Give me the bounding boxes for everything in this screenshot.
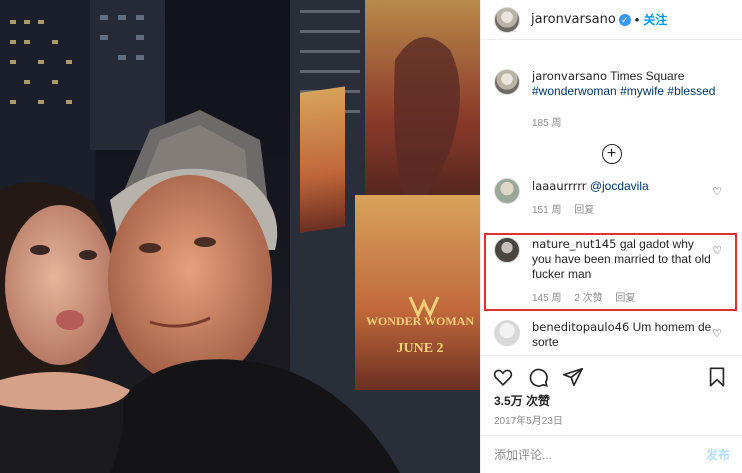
load-more: + bbox=[481, 144, 742, 164]
reply-button[interactable]: 回复 bbox=[574, 205, 594, 216]
instagram-post-modal: WONDER WOMAN JUNE 2 jaronvarsano ✓ • 关注 … bbox=[0, 0, 742, 473]
add-comment-bar: 发布 bbox=[481, 435, 742, 473]
post-date: 2017年5月23日 bbox=[494, 416, 563, 427]
follow-button[interactable]: 关注 bbox=[643, 11, 667, 28]
plus-circle-icon[interactable]: + bbox=[601, 144, 622, 164]
comment-username[interactable]: laaaurrrrr bbox=[532, 179, 586, 193]
comment-item: beneditopaulo46 Um homem de sorte ♡ bbox=[481, 320, 742, 350]
comment-avatar[interactable] bbox=[494, 178, 520, 204]
like-heart-icon[interactable] bbox=[492, 366, 514, 388]
share-send-icon[interactable] bbox=[562, 366, 584, 388]
post-caption: jaronvarsano Times Square #wonderwoman #… bbox=[481, 41, 742, 131]
post-comment-button[interactable]: 发布 bbox=[706, 446, 730, 463]
separator-dot: • bbox=[634, 12, 640, 27]
post-actions: 3.5万 次赞 2017年5月23日 发布 bbox=[481, 355, 742, 473]
comment-item: laaaurrrrr @jocdavila 151 周 回复 ♡ bbox=[481, 178, 742, 218]
post-photo-image: WONDER WOMAN JUNE 2 bbox=[0, 0, 480, 473]
post-sidebar: jaronvarsano ✓ • 关注 jaronvarsano Times S… bbox=[480, 0, 742, 473]
comment-avatar[interactable] bbox=[494, 320, 520, 346]
comment-input[interactable] bbox=[494, 447, 706, 462]
caption-time: 185 周 bbox=[532, 118, 562, 129]
caption-avatar[interactable] bbox=[494, 69, 520, 95]
verified-badge-icon: ✓ bbox=[618, 13, 631, 26]
comment-time: 151 周 bbox=[532, 205, 562, 216]
comment-highlight-box bbox=[484, 233, 737, 311]
comment-body: beneditopaulo46 Um homem de sorte bbox=[532, 320, 730, 350]
comments-list[interactable]: jaronvarsano Times Square #wonderwoman #… bbox=[481, 41, 742, 354]
likes-count[interactable]: 3.5万 次赞 bbox=[481, 388, 742, 409]
post-photo[interactable]: WONDER WOMAN JUNE 2 bbox=[0, 0, 480, 473]
hashtag-link[interactable]: #wonderwoman bbox=[532, 84, 617, 98]
hashtag-link[interactable]: #blessed bbox=[667, 84, 715, 98]
comment-body: laaaurrrrr @jocdavila 151 周 回复 bbox=[532, 178, 730, 218]
caption-username[interactable]: jaronvarsano bbox=[532, 69, 607, 83]
post-header: jaronvarsano ✓ • 关注 bbox=[481, 0, 742, 40]
caption-location: Times Square bbox=[610, 69, 685, 83]
avatar[interactable] bbox=[494, 6, 520, 33]
hashtag-link[interactable]: #mywife bbox=[620, 84, 664, 98]
comment-bubble-icon[interactable] bbox=[527, 366, 549, 388]
bookmark-icon[interactable] bbox=[706, 366, 728, 388]
billboard-date: JUNE 2 bbox=[396, 341, 443, 356]
action-icons bbox=[481, 356, 742, 388]
caption-body: jaronvarsano Times Square #wonderwoman #… bbox=[532, 69, 715, 131]
billboard-title: WONDER WOMAN bbox=[366, 314, 474, 328]
comment-username[interactable]: beneditopaulo46 bbox=[532, 320, 629, 334]
heart-icon[interactable]: ♡ bbox=[712, 327, 722, 340]
mention-link[interactable]: @jocdavila bbox=[590, 179, 649, 193]
header-username[interactable]: jaronvarsano bbox=[531, 12, 616, 27]
heart-icon[interactable]: ♡ bbox=[712, 185, 722, 198]
